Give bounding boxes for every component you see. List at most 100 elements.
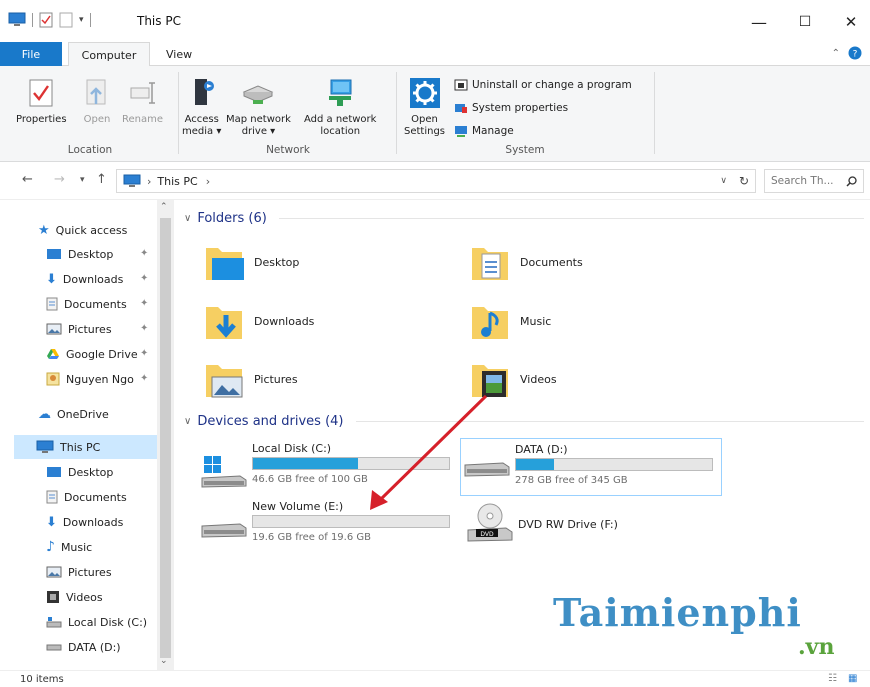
nav-qa-desktop[interactable]: Desktop [46,242,113,266]
windows-drive-icon [46,617,62,628]
nav-qa-documents[interactable]: Documents [46,292,127,316]
item-count: 10 items [20,674,64,685]
pin-icon[interactable]: ✦ [140,248,148,259]
tab-computer[interactable]: Computer [68,42,150,67]
svg-text:?: ? [853,50,858,60]
properties-icon[interactable] [39,12,53,28]
google-drive-icon [47,349,59,359]
collapse-ribbon-chevron-icon[interactable]: ⌃ [832,48,840,59]
access-media-label-2: media ▾ [182,126,222,137]
scroll-down-chevron-icon[interactable]: ⌄ [160,656,168,666]
pin-icon[interactable]: ✦ [140,348,148,359]
nav-pc-music[interactable]: ♪ Music [46,535,92,559]
forward-arrow-icon[interactable]: → [54,172,65,187]
nav-pc-downloads[interactable]: ⬇ Downloads [46,510,123,534]
pin-icon[interactable]: ✦ [140,323,148,334]
map-network-drive-button[interactable]: Map network drive ▾ [226,76,291,138]
large-icons-view-icon[interactable]: ▦ [848,673,857,684]
tab-file[interactable]: File [0,42,62,66]
nav-qa-pictures[interactable]: Pictures [46,317,112,341]
open-button[interactable]: Open [80,76,114,126]
open-settings-label-2: Settings [404,126,446,137]
nav-qa-nguyen[interactable]: Nguyen Ngo [46,367,142,391]
nav-pc-pictures[interactable]: Pictures [46,560,112,584]
rename-button[interactable]: Rename [122,76,163,126]
nav-quick-access[interactable]: ★ Quick access [38,218,127,242]
recent-locations-chevron-icon[interactable]: ▾ [80,175,85,185]
add-network-location-button[interactable]: Add a network location [304,76,376,138]
nav-qa-google-drive[interactable]: Google Drive [46,342,154,366]
breadcrumb-this-pc[interactable]: This PC [157,175,197,188]
nav-scrollbar[interactable]: ⌃ ⌄ [157,200,174,670]
settings-gear-icon [409,78,440,108]
address-dropdown-chevron-icon[interactable]: ∨ [720,176,727,186]
properties-label: Properties [16,114,67,125]
add-network-label-1: Add a network [304,114,377,125]
network-location-icon [329,79,352,106]
breadcrumb-chevron-icon[interactable]: › [147,175,151,188]
network-drive-icon [243,85,274,104]
location-group-label: Location [67,144,113,156]
desktop-icon [47,249,61,259]
nav-label: Pictures [68,565,112,579]
nav-pc-data-d[interactable]: DATA (D:) [46,635,121,659]
address-bar-row: ← → ▾ ↑ › This PC › ∨ ↻ Search Th... [0,162,870,200]
this-pc-icon [123,174,141,187]
close-button[interactable]: ✕ [828,8,870,36]
nav-pc-documents[interactable]: Documents [46,485,127,509]
pictures-icon [46,323,62,335]
maximize-button[interactable]: ☐ [782,8,828,36]
new-folder-icon[interactable] [59,12,73,28]
nav-pc-videos[interactable]: Videos [46,585,103,609]
search-placeholder: Search Th... [771,175,834,187]
navigation-pane: ★ Quick access Desktop ✦ ⬇ Downloads ✦ D… [0,200,174,670]
ribbon-separator [654,72,655,154]
nav-label: Music [60,540,93,554]
pin-icon[interactable]: ✦ [140,373,148,384]
nav-this-pc[interactable]: This PC [14,435,157,459]
details-view-icon[interactable]: ☷ [828,673,837,684]
ribbon-group-location: Properties Open Rename Location [0,70,180,158]
nav-pc-desktop[interactable]: Desktop [46,460,113,484]
manage-button[interactable]: Manage [454,124,514,138]
customize-qa-chevron-icon[interactable]: ▾ [79,15,84,25]
nav-label: Google Drive [66,347,138,361]
refresh-icon[interactable]: ↻ [739,174,749,188]
watermark-brand: Taimienphi [553,590,802,635]
nav-label: Downloads [62,515,124,529]
back-arrow-icon[interactable]: ← [22,172,33,187]
properties-button[interactable]: Properties [16,76,67,126]
computer-icon [8,12,26,26]
nav-scrollbar-thumb[interactable] [160,218,171,658]
access-media-button[interactable]: Access media ▾ [182,76,221,138]
media-server-icon [194,79,214,105]
tab-view[interactable]: View [158,42,200,66]
download-arrow-icon: ⬇ [46,271,57,287]
quick-access-toolbar: ▾ [8,12,91,28]
breadcrumb-chevron-icon[interactable]: › [206,175,210,188]
pin-icon[interactable]: ✦ [140,273,148,284]
uninstall-program-button[interactable]: Uninstall or change a program [454,78,632,92]
open-settings-button[interactable]: Open Settings [404,76,445,138]
up-arrow-icon[interactable]: ↑ [96,172,107,187]
help-icon[interactable]: ? [848,46,862,60]
scroll-up-chevron-icon[interactable]: ⌃ [160,202,168,212]
minimize-button[interactable]: — [736,8,782,36]
pin-icon[interactable]: ✦ [140,298,148,309]
system-properties-button[interactable]: System properties [454,101,568,115]
ribbon-group-network: Access media ▾ Map network drive ▾ Add a… [180,70,396,158]
ribbon-extra: ⌃ ? [832,46,862,60]
ribbon-group-system: Open Settings Uninstall or change a prog… [396,70,654,158]
nav-label: Local Disk (C:) [68,615,148,629]
uninstall-icon [454,79,468,91]
system-group-label: System [505,144,545,156]
nav-pc-local-disk-c[interactable]: Local Disk (C:) [46,610,147,634]
add-network-label-2: location [320,126,361,137]
nav-label: Documents [64,490,127,504]
nav-label: Documents [64,297,127,311]
nav-onedrive[interactable]: ☁ OneDrive [38,402,109,426]
nav-qa-downloads[interactable]: ⬇ Downloads [46,267,123,291]
search-input[interactable]: Search Th... [764,169,864,193]
address-input[interactable]: › This PC › ∨ ↻ [116,169,756,193]
open-icon [86,79,106,105]
